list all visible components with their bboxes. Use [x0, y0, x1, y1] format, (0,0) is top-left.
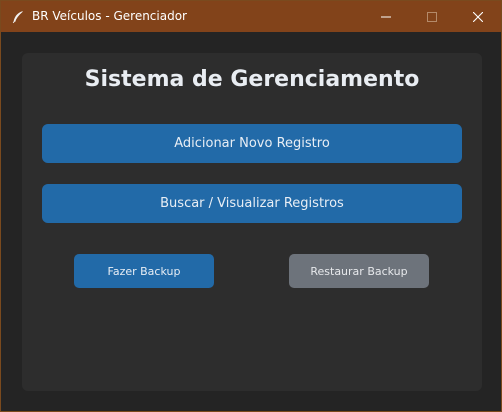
- maximize-button[interactable]: [409, 1, 455, 32]
- search-records-button[interactable]: Buscar / Visualizar Registros: [42, 184, 462, 223]
- feather-icon: [11, 9, 25, 24]
- close-button[interactable]: [455, 1, 501, 32]
- page-title: Sistema de Gerenciamento: [84, 67, 420, 92]
- backup-button[interactable]: Fazer Backup: [74, 254, 214, 288]
- title-bar[interactable]: BR Veículos - Gerenciador: [1, 1, 501, 32]
- app-window: BR Veículos - Gerenciador Sistema de Ger…: [0, 0, 502, 412]
- close-icon: [472, 7, 484, 26]
- minimize-button[interactable]: [363, 1, 409, 32]
- restore-backup-button[interactable]: Restaurar Backup: [289, 254, 429, 288]
- main-panel: Sistema de Gerenciamento Adicionar Novo …: [22, 53, 482, 391]
- add-record-button[interactable]: Adicionar Novo Registro: [42, 124, 462, 163]
- maximize-icon: [427, 7, 437, 26]
- minimize-icon: [381, 7, 391, 26]
- window-title: BR Veículos - Gerenciador: [32, 9, 187, 23]
